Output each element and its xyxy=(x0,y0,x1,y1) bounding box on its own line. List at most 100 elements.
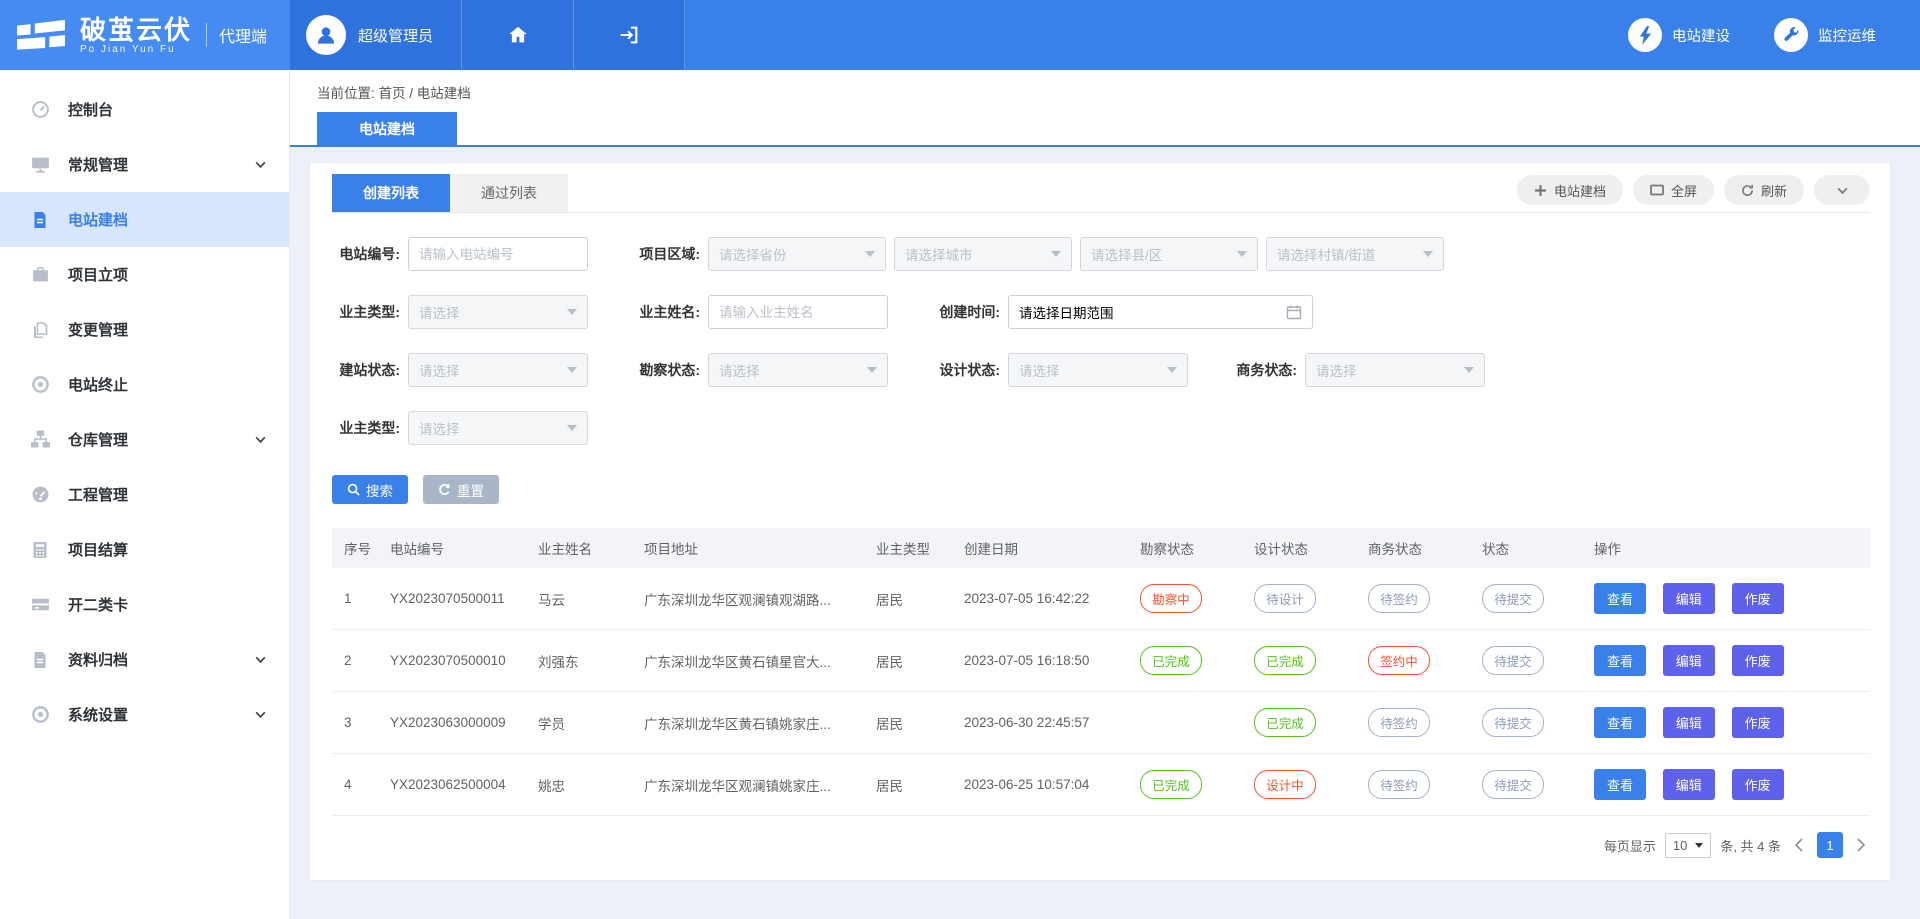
edit-button[interactable]: 编辑 xyxy=(1663,769,1715,800)
user-menu[interactable]: 超级管理员 xyxy=(290,0,461,70)
copy-icon xyxy=(30,320,50,340)
logout-button[interactable] xyxy=(573,0,685,70)
body-wrap: 控制台 常规管理 xyxy=(0,70,1920,919)
content-column: 当前位置: 首页 / 电站建档 电站建档 创建列表 通过列表 xyxy=(290,70,1920,919)
table-row: 2 YX2023070500010 刘强东 广东深圳龙华区黄石镇星官大... 居… xyxy=(332,630,1870,692)
sidebar-item-station-archive[interactable]: 电站建档 xyxy=(0,192,289,247)
sidebar-item-warehouse[interactable]: 仓库管理 xyxy=(0,412,289,467)
refresh-icon xyxy=(1741,184,1754,197)
view-button[interactable]: 查看 xyxy=(1594,645,1646,676)
next-page-button[interactable] xyxy=(1852,838,1870,852)
edit-button[interactable]: 编辑 xyxy=(1663,645,1715,676)
plus-icon xyxy=(1534,184,1547,197)
sidebar: 控制台 常规管理 xyxy=(0,70,290,919)
nav-monitor-ops-label: 监控运维 xyxy=(1818,25,1876,46)
cell-created: 2023-07-05 16:42:22 xyxy=(956,568,1132,630)
home-button[interactable] xyxy=(461,0,573,70)
county-select[interactable]: 请选择县/区 xyxy=(1080,237,1258,271)
owner-name-input[interactable] xyxy=(719,305,877,320)
main-background: 创建列表 通过列表 电站建档 xyxy=(290,147,1920,919)
sidebar-item-settlement[interactable]: 项目结算 xyxy=(0,522,289,577)
sidebar-item-station-terminate[interactable]: 电站终止 xyxy=(0,357,289,412)
chevron-down-icon xyxy=(254,653,267,666)
station-code-input-wrap xyxy=(408,237,588,271)
prev-page-button[interactable] xyxy=(1790,838,1808,852)
nav-monitor-ops[interactable]: 监控运维 xyxy=(1774,0,1876,70)
owner-type2-select[interactable]: 请选择 xyxy=(408,411,588,445)
avatar-icon xyxy=(306,15,346,55)
caret-down-icon xyxy=(1695,843,1703,848)
refresh-label: 刷新 xyxy=(1761,181,1787,200)
chevron-down-icon xyxy=(1836,184,1849,197)
business-status-select[interactable]: 请选择 xyxy=(1305,353,1485,387)
station-table: 序号 电站编号 业主姓名 项目地址 业主类型 创建日期 勘察状态 设计状态 商务… xyxy=(332,528,1870,816)
build-status-select[interactable]: 请选择 xyxy=(408,353,588,387)
cell-address: 广东深圳龙华区黄石镇星官大... xyxy=(636,630,868,692)
sidebar-item-general-mgmt[interactable]: 常规管理 xyxy=(0,137,289,192)
status-badge: 签约中 xyxy=(1368,646,1430,675)
status-badge: 待签约 xyxy=(1368,584,1430,613)
file-icon xyxy=(30,650,50,670)
void-button[interactable]: 作废 xyxy=(1732,645,1784,676)
view-button[interactable]: 查看 xyxy=(1594,583,1646,614)
sidebar-item-change-mgmt[interactable]: 变更管理 xyxy=(0,302,289,357)
sidebar-item-label: 控制台 xyxy=(68,99,267,120)
void-button[interactable]: 作废 xyxy=(1732,707,1784,738)
sidebar-item-project-approval[interactable]: 项目立项 xyxy=(0,247,289,302)
filter-row-1: 电站编号: 项目区域: 请选择省份 请选择城市 请选择县/区 xyxy=(332,237,1870,271)
create-station-label: 电站建档 xyxy=(1554,181,1606,200)
nav-station-build[interactable]: 电站建设 xyxy=(1628,0,1730,70)
void-button[interactable]: 作废 xyxy=(1732,769,1784,800)
app-header: 破茧云伏 Po Jian Yun Fu 代理端 超级管理员 xyxy=(0,0,1920,70)
reset-label: 重置 xyxy=(457,480,484,500)
chevron-down-icon xyxy=(254,158,267,171)
station-code-input[interactable] xyxy=(419,247,577,262)
view-button[interactable]: 查看 xyxy=(1594,769,1646,800)
col-type: 业主类型 xyxy=(868,528,956,568)
collapse-button[interactable] xyxy=(1814,175,1870,205)
wrench-icon xyxy=(1774,18,1808,52)
page-number-button[interactable]: 1 xyxy=(1817,832,1843,858)
col-ops: 操作 xyxy=(1586,528,1870,568)
sidebar-item-label: 项目立项 xyxy=(68,264,267,285)
page-tab[interactable]: 电站建档 xyxy=(317,112,457,145)
cell-type: 居民 xyxy=(868,754,956,816)
province-select[interactable]: 请选择省份 xyxy=(708,237,886,271)
sidebar-item-data-archive[interactable]: 资料归档 xyxy=(0,632,289,687)
sidebar-item-console[interactable]: 控制台 xyxy=(0,82,289,137)
col-business: 商务状态 xyxy=(1360,528,1474,568)
city-select[interactable]: 请选择城市 xyxy=(894,237,1072,271)
reset-button[interactable]: 重置 xyxy=(423,475,499,504)
survey-status-label: 勘察状态: xyxy=(588,360,700,380)
town-select[interactable]: 请选择村镇/街道 xyxy=(1266,237,1444,271)
per-page-select[interactable]: 10 xyxy=(1665,833,1711,858)
cell-address: 广东深圳龙华区观澜镇姚家庄... xyxy=(636,754,868,816)
create-time-range-picker[interactable]: 请选择日期范围 xyxy=(1008,295,1313,329)
void-button[interactable]: 作废 xyxy=(1732,583,1784,614)
breadcrumb-path[interactable]: 首页 / 电站建档 xyxy=(379,86,471,101)
design-status-select[interactable]: 请选择 xyxy=(1008,353,1188,387)
status-badge: 设计中 xyxy=(1254,770,1316,799)
cell-owner: 刘强东 xyxy=(530,630,636,692)
caret-down-icon xyxy=(1464,367,1474,373)
search-button[interactable]: 搜索 xyxy=(332,475,408,504)
sidebar-item-open-card[interactable]: 开二类卡 xyxy=(0,577,289,632)
refresh-button[interactable]: 刷新 xyxy=(1724,175,1804,205)
sidebar-item-label: 系统设置 xyxy=(68,704,254,725)
edit-button[interactable]: 编辑 xyxy=(1663,583,1715,614)
tab-create-list[interactable]: 创建列表 xyxy=(332,174,450,212)
caret-down-icon xyxy=(567,425,577,431)
sidebar-item-settings[interactable]: 系统设置 xyxy=(0,687,289,742)
view-button[interactable]: 查看 xyxy=(1594,707,1646,738)
owner-type-select[interactable]: 请选择 xyxy=(408,295,588,329)
sidebar-item-engineering[interactable]: 工程管理 xyxy=(0,467,289,522)
fullscreen-button[interactable]: 全屏 xyxy=(1633,175,1714,205)
survey-status-select[interactable]: 请选择 xyxy=(708,353,888,387)
cell-owner: 姚忠 xyxy=(530,754,636,816)
sidebar-item-label: 资料归档 xyxy=(68,649,254,670)
card-icon xyxy=(30,595,50,615)
col-design: 设计状态 xyxy=(1246,528,1360,568)
tab-passed-list[interactable]: 通过列表 xyxy=(450,174,568,212)
edit-button[interactable]: 编辑 xyxy=(1663,707,1715,738)
create-station-button[interactable]: 电站建档 xyxy=(1517,175,1623,205)
